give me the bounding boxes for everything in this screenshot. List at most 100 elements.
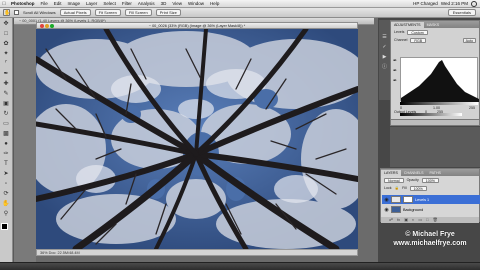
layer-row-levels[interactable]: ◉ Levels 1: [382, 195, 480, 204]
hand-tool-icon[interactable]: ✋: [2, 200, 11, 209]
menu-3d[interactable]: 3D: [158, 1, 170, 6]
opacity-field[interactable]: 100%: [421, 177, 439, 183]
type-tool-icon[interactable]: T: [2, 160, 11, 169]
minimize-icon[interactable]: [45, 24, 49, 28]
tab-adjustments[interactable]: ADJUSTMENTS: [391, 22, 424, 28]
menu-help[interactable]: Help: [207, 1, 222, 6]
close-icon[interactable]: [40, 24, 44, 28]
link-layers-icon[interactable]: ☍: [389, 217, 393, 223]
layer-name: Levels 1: [415, 197, 430, 202]
clock[interactable]: Wed 2:16 PM: [441, 1, 468, 6]
menu-file[interactable]: File: [38, 1, 51, 6]
visibility-eye-icon[interactable]: ◉: [384, 207, 389, 213]
layer-row-background[interactable]: ◉ Background: [382, 205, 480, 214]
menu-photoshop[interactable]: Photoshop: [8, 1, 38, 6]
new-layer-icon[interactable]: □: [426, 217, 428, 223]
visibility-eye-icon[interactable]: ◉: [384, 197, 389, 203]
menubar-status: HP Charged Wed 2:16 PM: [413, 0, 480, 7]
foreground-color-swatch[interactable]: [1, 223, 8, 230]
quick-select-tool-icon[interactable]: ✦: [2, 50, 11, 59]
new-adjustment-icon[interactable]: ◐: [412, 217, 414, 223]
3d-tool-icon[interactable]: ⟳: [2, 190, 11, 199]
brushes-panel-icon[interactable]: ✓: [382, 44, 388, 50]
clone-stamp-tool-icon[interactable]: ▣: [2, 100, 11, 109]
background-document[interactable]: [14, 25, 36, 265]
tab-channels[interactable]: CHANNELS: [401, 170, 427, 176]
output-levels-slider[interactable]: [400, 113, 462, 116]
channel-dropdown[interactable]: RGB: [410, 37, 427, 43]
gradient-tool-icon[interactable]: ▩: [2, 130, 11, 139]
preset-dropdown[interactable]: Custom: [407, 29, 428, 35]
document-image[interactable]: [36, 29, 358, 249]
marquee-tool-icon[interactable]: □: [2, 30, 11, 39]
adjustments-panel-footer: [390, 120, 480, 126]
new-group-icon[interactable]: ▭: [418, 217, 422, 223]
dock-strip: [0, 262, 480, 270]
window-controls: [40, 24, 54, 28]
lock-icon[interactable]: 🔒: [395, 186, 399, 190]
shape-tool-icon[interactable]: ▫: [2, 180, 11, 189]
document-title: ~ 00_0026 (33% (RGB) (Image @ 36% (Layer…: [148, 24, 246, 28]
brush-tool-icon[interactable]: ✎: [2, 90, 11, 99]
document-title-bar[interactable]: ~ 00_0026 (33% (RGB) (Image @ 36% (Layer…: [36, 22, 358, 29]
eraser-tool-icon[interactable]: ▭: [2, 120, 11, 129]
fill-field[interactable]: 100%: [409, 185, 427, 191]
fit-screen-button[interactable]: Fit Screen: [94, 9, 121, 16]
eyedropper-tool-icon[interactable]: ✒: [2, 70, 11, 79]
collapsed-panels: ☰ ✓ ▶ ⓘ: [379, 20, 390, 100]
history-brush-tool-icon[interactable]: ↻: [2, 110, 11, 119]
pen-tool-icon[interactable]: ✑: [2, 150, 11, 159]
dodge-tool-icon[interactable]: ●: [2, 140, 11, 149]
adjustment-layer-icon: [391, 196, 401, 203]
zoom-tool-icon[interactable]: ⚲: [2, 210, 11, 219]
color-swatches[interactable]: [1, 223, 11, 233]
zoom-icon[interactable]: [50, 24, 54, 28]
menu-analysis[interactable]: Analysis: [135, 1, 158, 6]
layer-name: Background: [403, 207, 424, 212]
move-tool-icon[interactable]: ✥: [2, 20, 11, 29]
adjustments-panel: ADJUSTMENTS MASKS Levels Custom Channel …: [390, 20, 480, 120]
menu-filter[interactable]: Filter: [119, 1, 135, 6]
lock-row: Lock 🔒 Fill 100%: [381, 184, 479, 192]
history-panel-icon[interactable]: ☰: [382, 34, 388, 40]
input-levels-slider[interactable]: [400, 102, 478, 105]
print-size-button[interactable]: Print Size: [155, 9, 181, 16]
auto-button[interactable]: Auto: [462, 37, 476, 43]
layer-style-icon[interactable]: fx: [397, 217, 400, 223]
fill-screen-button[interactable]: Fill Screen: [124, 9, 152, 16]
fill-label: Fill: [402, 186, 407, 190]
workspace-switcher[interactable]: Essentials: [447, 9, 476, 16]
scroll-all-windows-label: Scroll All Windows: [23, 10, 56, 15]
hand-tool-icon[interactable]: ✋: [3, 9, 10, 16]
spotlight-search-icon[interactable]: [471, 0, 477, 7]
actions-panel-icon[interactable]: ▶: [382, 54, 388, 60]
info-panel-icon[interactable]: ⓘ: [382, 64, 388, 70]
menu-select[interactable]: Select: [100, 1, 119, 6]
blend-mode-dropdown[interactable]: Normal: [384, 177, 404, 183]
battery-status[interactable]: HP Charged: [413, 1, 438, 6]
layer-mask-thumbnail[interactable]: [403, 196, 413, 203]
add-mask-icon[interactable]: ▣: [404, 217, 408, 223]
actual-pixels-button[interactable]: Actual Pixels: [59, 9, 91, 16]
gray-point-eyedropper-icon[interactable]: ✒: [393, 69, 398, 74]
crop-tool-icon[interactable]: ⌜: [2, 60, 11, 69]
trash-icon[interactable]: 🗑: [433, 217, 438, 223]
tab-masks[interactable]: MASKS: [424, 22, 443, 28]
lasso-tool-icon[interactable]: ✿: [2, 40, 11, 49]
black-point-eyedropper-icon[interactable]: ✒: [393, 59, 398, 64]
blend-row: Normal Opacity 100%: [381, 176, 479, 184]
tab-layers[interactable]: LAYERS: [381, 170, 401, 176]
menu-window[interactable]: Window: [185, 1, 207, 6]
healing-brush-tool-icon[interactable]: ✚: [2, 80, 11, 89]
tab-paths[interactable]: PATHS: [427, 170, 444, 176]
menu-edit[interactable]: Edit: [51, 1, 65, 6]
apple-menu-icon[interactable]: : [0, 1, 8, 7]
lock-label: Lock: [384, 186, 392, 190]
input-high-value[interactable]: 255: [469, 106, 475, 110]
menu-image[interactable]: Image: [65, 1, 84, 6]
menu-view[interactable]: View: [169, 1, 185, 6]
menu-layer[interactable]: Layer: [83, 1, 100, 6]
white-point-eyedropper-icon[interactable]: ✒: [393, 79, 398, 84]
scroll-all-windows-checkbox[interactable]: [14, 10, 19, 15]
path-selection-tool-icon[interactable]: ➤: [2, 170, 11, 179]
